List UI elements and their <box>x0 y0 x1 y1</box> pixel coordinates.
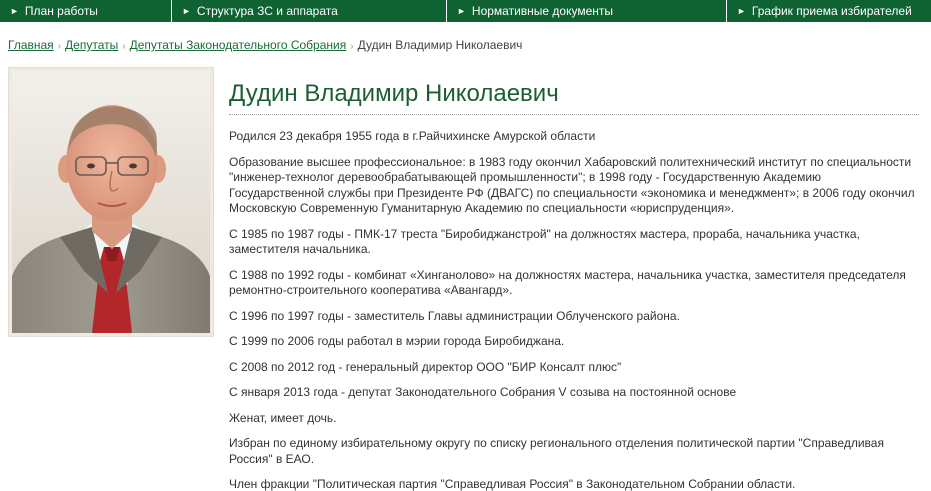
bio-paragraph: Член фракции "Политическая партия "Справ… <box>229 477 796 491</box>
bio-paragraph: С 1988 по 1992 годы - комбинат «Хинганол… <box>229 267 906 298</box>
bio-paragraph: Избран по единому избирательному округу … <box>229 436 884 466</box>
nav-item-work-plan[interactable]: ► План работы <box>0 0 98 22</box>
page-title: Дудин Владимир Николаевич <box>229 80 919 115</box>
breadcrumb-separator-icon: › <box>57 41 62 52</box>
profile-content: Дудин Владимир Николаевич Родился 23 дек… <box>229 80 919 491</box>
bio-paragraph: Родился 23 декабря 1955 года в г.Райчихи… <box>229 129 596 143</box>
arrow-right-icon: ► <box>737 6 746 16</box>
bio-paragraph: Образование высшее профессиональное: в 1… <box>229 154 915 216</box>
bio-paragraph: С 1999 по 2006 годы работал в мэрии горо… <box>229 334 565 348</box>
nav-item-label: План работы <box>24 4 98 18</box>
arrow-right-icon: ► <box>182 6 191 16</box>
nav-item-structure[interactable]: ► Структура ЗС и аппарата <box>172 0 338 22</box>
bio-paragraph: С 2008 по 2012 год - генеральный директо… <box>229 359 622 374</box>
nav-item-label: График приема избирателей <box>751 4 912 18</box>
portrait-photo <box>12 71 210 333</box>
top-nav-bar: ► План работы ► Структура ЗС и аппарата ► Н… <box>0 0 931 22</box>
nav-item-reception-schedule[interactable]: ► График приема избирателей <box>727 0 912 22</box>
breadcrumb-current: Дудин Владимир Николаевич <box>357 38 523 52</box>
bio-paragraph: Женат, имеет дочь. <box>229 410 337 425</box>
nav-item-label: Структура ЗС и аппарата <box>196 4 338 18</box>
breadcrumb: Главная › Депутаты › Депутаты Законодательно… <box>8 38 522 52</box>
arrow-right-icon: ► <box>457 6 466 16</box>
bio-paragraph: С января 2013 года - депутат Законодател… <box>229 385 737 399</box>
nav-item-normative-docs[interactable]: ► Нормативные документы <box>447 0 613 22</box>
breadcrumb-separator-icon: › <box>350 41 354 52</box>
arrow-right-icon: ► <box>10 6 19 16</box>
portrait-frame <box>8 67 214 337</box>
breadcrumb-link-assembly-deputies[interactable]: Депутаты Законодательного Собрания <box>130 38 347 52</box>
breadcrumb-link-deputies[interactable]: Депутаты <box>65 38 118 52</box>
bio-paragraph: С 1996 по 1997 годы - заместитель Главы … <box>229 308 680 323</box>
nav-item-label: Нормативные документы <box>471 4 614 18</box>
bio-paragraph: С 1985 по 1987 годы - ПМК-17 треста "Бир… <box>229 226 860 257</box>
breadcrumb-link-home[interactable]: Главная <box>8 38 54 52</box>
breadcrumb-separator-icon: › <box>122 41 126 52</box>
